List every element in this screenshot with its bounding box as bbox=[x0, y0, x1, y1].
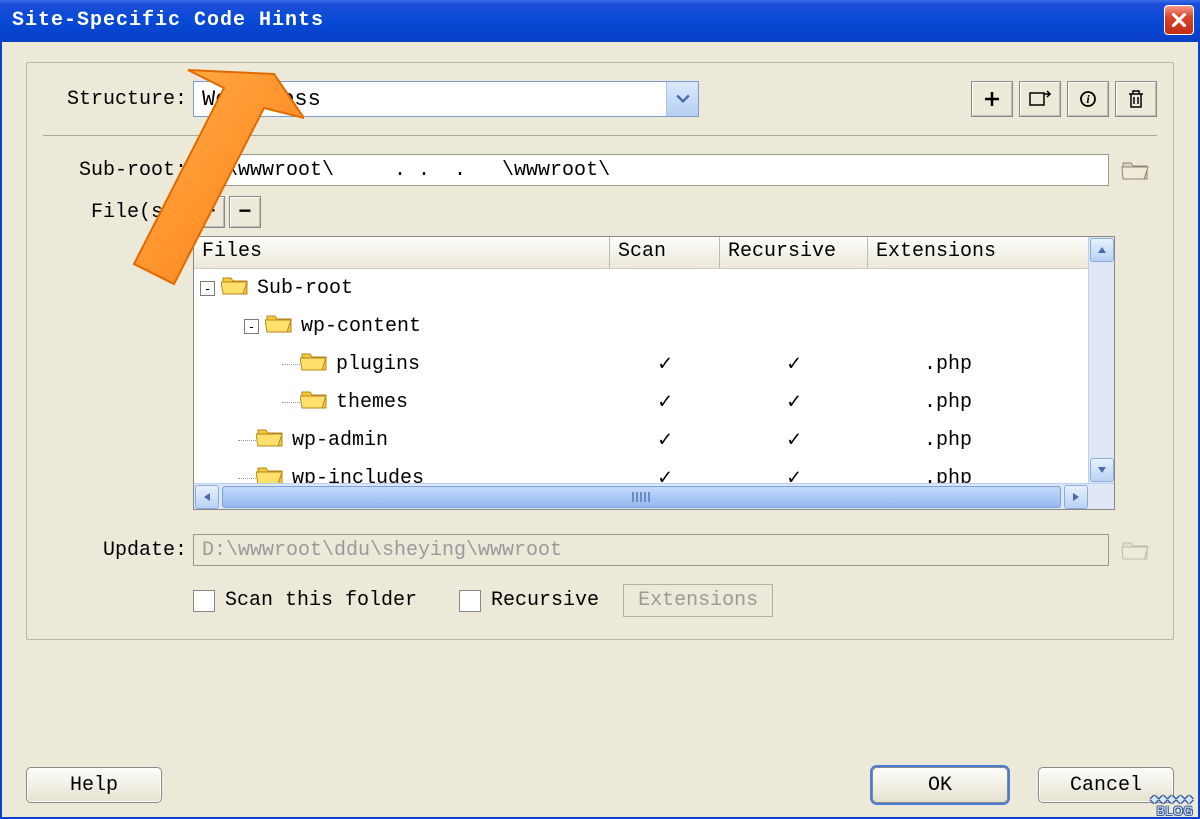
scroll-up-icon[interactable] bbox=[1090, 238, 1114, 262]
col-scan[interactable]: Scan bbox=[610, 237, 720, 268]
combo-dropdown-icon[interactable] bbox=[666, 82, 698, 116]
browse-update-button bbox=[1121, 534, 1157, 566]
browse-subroot-button[interactable] bbox=[1121, 154, 1157, 186]
tree-row[interactable]: - wp-content bbox=[194, 307, 1114, 345]
rename-structure-button[interactable]: i bbox=[1067, 81, 1109, 117]
options-row: Scan this folder Recursive Extensions bbox=[193, 584, 1157, 617]
tree-row[interactable]: plugins✓✓.php bbox=[194, 345, 1114, 383]
col-files[interactable]: Files bbox=[194, 237, 610, 268]
tree-item-label: wp-admin bbox=[292, 429, 388, 452]
ok-button[interactable]: OK bbox=[872, 767, 1008, 803]
folder-icon bbox=[221, 273, 257, 304]
scroll-thumb[interactable] bbox=[222, 486, 1061, 508]
subroot-input[interactable] bbox=[193, 154, 1109, 186]
folder-icon bbox=[256, 425, 292, 456]
tree-row[interactable]: wp-admin✓✓.php bbox=[194, 421, 1114, 459]
tree-body: -Sub-root-wp-contentplugins✓✓.phpthemes✓… bbox=[194, 269, 1114, 509]
scan-folder-label: Scan this folder bbox=[225, 589, 417, 612]
close-button[interactable] bbox=[1164, 5, 1194, 35]
tree-item-label: plugins bbox=[336, 353, 420, 376]
window-title: Site-Specific Code Hints bbox=[12, 9, 324, 32]
divider bbox=[43, 135, 1157, 136]
recursive-label: Recursive bbox=[491, 589, 599, 612]
folder-icon bbox=[300, 349, 336, 380]
tree-toggle[interactable]: - bbox=[200, 281, 215, 296]
recursive-cell: ✓ bbox=[720, 389, 868, 415]
watermark: ◆◆◆◆◆ BLOG bbox=[1151, 795, 1194, 817]
recursive-cell: ✓ bbox=[720, 351, 868, 377]
delete-structure-button[interactable] bbox=[1115, 81, 1157, 117]
files-row: File(s): + − bbox=[43, 196, 1157, 228]
structure-value: Wordpress bbox=[194, 82, 666, 116]
scan-cell: ✓ bbox=[610, 427, 720, 453]
scan-cell: ✓ bbox=[610, 389, 720, 415]
scan-cell: ✓ bbox=[610, 351, 720, 377]
horizontal-scrollbar[interactable] bbox=[194, 483, 1114, 509]
scan-folder-checkbox[interactable] bbox=[193, 590, 215, 612]
add-structure-button[interactable] bbox=[971, 81, 1013, 117]
update-input bbox=[193, 534, 1109, 566]
folder-icon bbox=[265, 311, 301, 342]
update-label: Update: bbox=[43, 539, 193, 562]
vertical-scrollbar[interactable] bbox=[1088, 237, 1114, 483]
tree-header: Files Scan Recursive Extensions bbox=[194, 237, 1114, 269]
extensions-cell: .php bbox=[868, 353, 1114, 376]
import-structure-button[interactable] bbox=[1019, 81, 1061, 117]
footer: Help OK Cancel bbox=[2, 767, 1198, 803]
subroot-row: Sub-root: bbox=[43, 154, 1157, 186]
main-panel: Structure: Wordpress i bbox=[26, 62, 1174, 640]
scroll-right-icon[interactable] bbox=[1064, 485, 1088, 509]
tree-item-label: Sub-root bbox=[257, 277, 353, 300]
extensions-button: Extensions bbox=[623, 584, 773, 617]
scroll-left-icon[interactable] bbox=[195, 485, 219, 509]
tree-row[interactable]: - Sub-root bbox=[194, 269, 1114, 307]
col-extensions[interactable]: Extensions bbox=[868, 237, 1114, 268]
tree-row[interactable]: themes✓✓.php bbox=[194, 383, 1114, 421]
recursive-checkbox[interactable] bbox=[459, 590, 481, 612]
files-tree: Files Scan Recursive Extensions - Sub-roo… bbox=[193, 236, 1115, 510]
scroll-down-icon[interactable] bbox=[1090, 458, 1114, 482]
tree-item-label: wp-content bbox=[301, 315, 421, 338]
add-file-button[interactable]: + bbox=[193, 196, 225, 228]
folder-icon bbox=[300, 387, 336, 418]
structure-label: Structure: bbox=[43, 88, 193, 111]
titlebar: Site-Specific Code Hints bbox=[0, 0, 1200, 40]
files-label: File(s): bbox=[43, 201, 193, 224]
subroot-label: Sub-root: bbox=[43, 159, 193, 182]
tree-toggle[interactable]: - bbox=[244, 319, 259, 334]
tree-item-label: themes bbox=[336, 391, 408, 414]
structure-toolbar: i bbox=[971, 81, 1157, 117]
svg-text:i: i bbox=[1086, 92, 1090, 106]
extensions-cell: .php bbox=[868, 391, 1114, 414]
extensions-cell: .php bbox=[868, 429, 1114, 452]
structure-row: Structure: Wordpress i bbox=[43, 81, 1157, 117]
update-row: Update: bbox=[43, 534, 1157, 566]
structure-combo[interactable]: Wordpress bbox=[193, 81, 699, 117]
remove-file-button[interactable]: − bbox=[229, 196, 261, 228]
dialog-body: Structure: Wordpress i bbox=[0, 40, 1200, 819]
col-recursive[interactable]: Recursive bbox=[720, 237, 868, 268]
help-button[interactable]: Help bbox=[26, 767, 162, 803]
recursive-cell: ✓ bbox=[720, 427, 868, 453]
